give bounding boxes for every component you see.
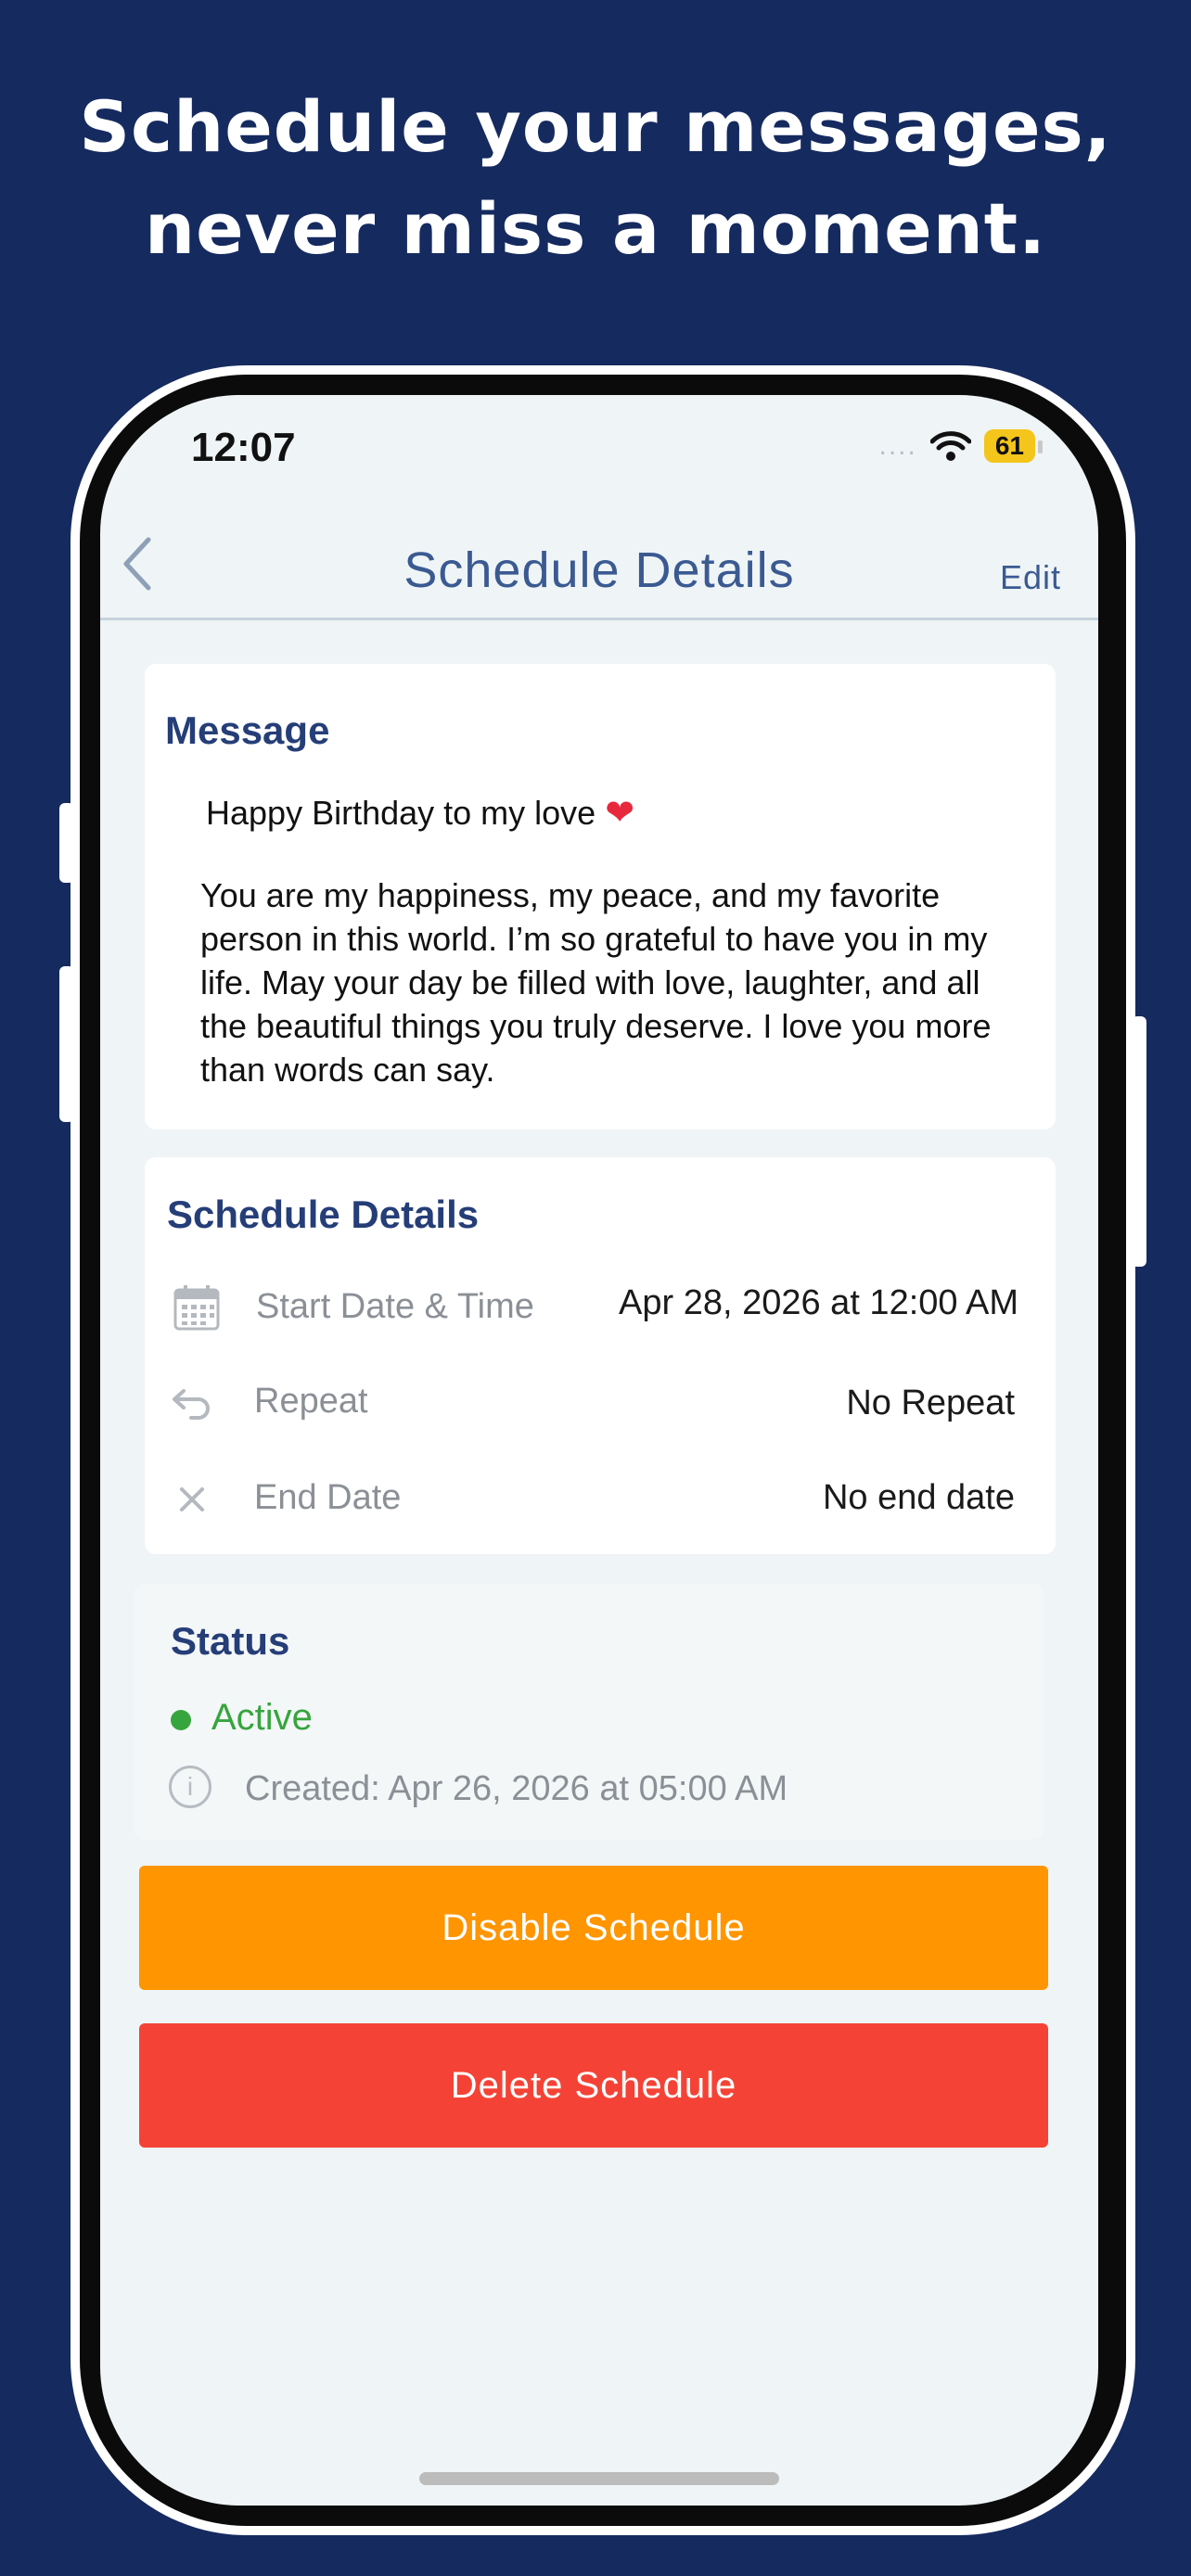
disable-schedule-button[interactable]: Disable Schedule <box>139 1866 1048 1990</box>
status-time: 12:07 <box>191 425 296 470</box>
start-date-value: Apr 28, 2026 at 12:00 AM <box>619 1283 1018 1322</box>
created-timestamp: Created: Apr 26, 2026 at 05:00 AM <box>245 1769 788 1808</box>
navigation-bar: Schedule Details Edit <box>100 506 1098 620</box>
repeat-value: No Repeat <box>846 1384 1015 1422</box>
close-icon <box>178 1486 206 1518</box>
repeat-label: Repeat <box>254 1382 368 1421</box>
greeting-text: Happy Birthday to my love <box>206 794 596 832</box>
schedule-card-title: Schedule Details <box>167 1192 480 1236</box>
end-date-value: No end date <box>822 1478 1015 1517</box>
message-card-title: Message <box>165 708 330 752</box>
cellular-signal-icon: .... <box>878 430 917 461</box>
status-indicators: .... 61 <box>878 423 1044 469</box>
battery-indicator: 61 <box>983 429 1044 463</box>
headline-line-2: never miss a moment. <box>144 187 1047 270</box>
calendar-icon <box>173 1283 221 1336</box>
edit-button[interactable]: Edit <box>1000 558 1061 597</box>
status-card: Status Active i Created: Apr 26, 2026 at… <box>134 1584 1044 1840</box>
repeat-icon <box>171 1387 211 1425</box>
end-date-label: End Date <box>254 1478 402 1517</box>
active-status-dot <box>171 1710 191 1730</box>
status-card-title: Status <box>171 1619 290 1663</box>
schedule-details-card: Schedule Details Start Date & Time Apr 2… <box>145 1157 1056 1554</box>
page-title: Schedule Details <box>403 542 795 598</box>
headline-line-1: Schedule your messages, <box>79 85 1112 168</box>
heart-icon: ❤ <box>605 794 635 833</box>
wifi-icon <box>929 431 971 461</box>
status-badge: Active <box>211 1697 313 1738</box>
message-card: Message Happy Birthday to my love ❤ You … <box>145 664 1056 1129</box>
message-body: You are my happiness, my peace, and my f… <box>200 876 992 1089</box>
home-indicator[interactable] <box>419 2472 779 2485</box>
delete-schedule-button[interactable]: Delete Schedule <box>139 2023 1048 2148</box>
info-icon: i <box>169 1766 211 1808</box>
message-greeting: Happy Birthday to my love ❤ <box>206 792 634 834</box>
promo-headline: Schedule your messages, never miss a mom… <box>0 76 1191 280</box>
start-date-label: Start Date & Time <box>256 1287 534 1326</box>
app-screen: 12:07 .... 61 Schedule Details Edit Mess… <box>100 395 1098 2506</box>
